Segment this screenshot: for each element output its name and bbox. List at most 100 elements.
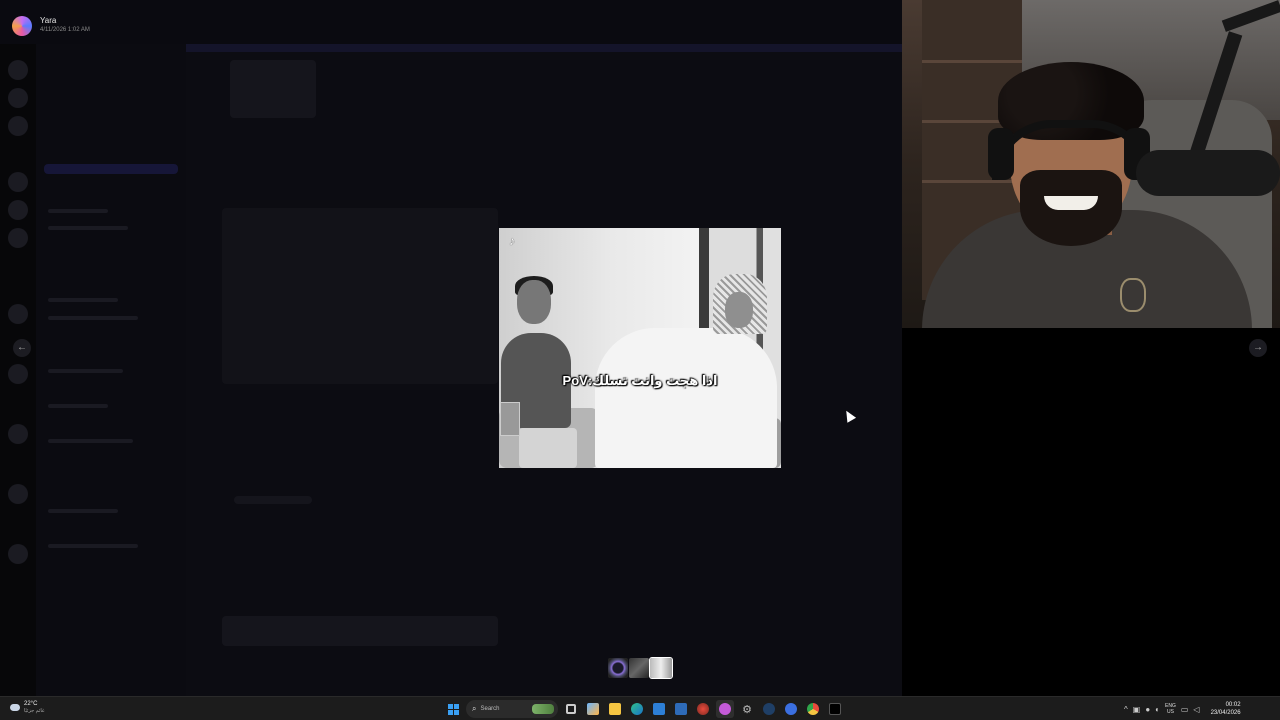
taskbar-apps: ⌕ Search ⚙ (444, 700, 844, 718)
channel-row (48, 439, 133, 443)
media-scene-inset (500, 402, 520, 436)
discord-icon (719, 703, 731, 715)
terminal-button[interactable] (826, 700, 844, 718)
media-thumbnail[interactable] (608, 658, 628, 678)
app-button[interactable] (672, 700, 690, 718)
upload-date: 4/11/2026 1:02 AM (40, 27, 90, 33)
language-indicator[interactable]: ENG US (1165, 703, 1176, 715)
next-media-button[interactable]: → (1249, 339, 1267, 357)
app-icon (785, 703, 797, 715)
video-caption: اذا هجت وانت تسلك:PoV (562, 373, 718, 388)
server-icon (8, 88, 28, 108)
message-attachment (230, 60, 316, 118)
media-thumbnail-strip (608, 657, 673, 679)
webcam-scene-emblem (1120, 278, 1146, 312)
chat-notice-bar (186, 44, 902, 52)
message-input (222, 616, 498, 646)
clock[interactable]: 00:02 23/04/2026 (1211, 701, 1241, 717)
channel-row (48, 316, 138, 320)
task-view-button[interactable] (562, 700, 580, 718)
uploader-info: Yara 4/11/2026 1:02 AM (12, 16, 90, 36)
edge-icon (631, 703, 643, 715)
volume-icon[interactable]: ◁ (1193, 705, 1199, 714)
gear-icon: ⚙ (742, 703, 752, 716)
taskbar-search-box[interactable]: ⌕ Search (466, 700, 558, 718)
chrome-icon (807, 703, 819, 715)
media-scene-person (595, 328, 777, 468)
channel-row (48, 226, 128, 230)
server-icon (8, 304, 28, 324)
arrow-right-icon: → (1253, 342, 1263, 353)
server-rail (0, 44, 36, 696)
media-preview[interactable]: ♪ اذا هجت وانت تسلك:PoV (499, 228, 781, 468)
app-button[interactable] (782, 700, 800, 718)
terminal-icon (829, 703, 841, 715)
discord-button[interactable] (716, 700, 734, 718)
uploader-name[interactable]: Yara (40, 16, 90, 26)
file-explorer-button[interactable] (606, 700, 624, 718)
app-icon (675, 703, 687, 715)
start-button[interactable] (444, 700, 462, 718)
channel-row (48, 404, 108, 408)
widgets-button[interactable] (584, 700, 602, 718)
tiktok-icon: ♪ (509, 234, 515, 248)
channel-row (48, 298, 118, 302)
server-icon (8, 484, 28, 504)
webcam-overlay (902, 0, 1280, 328)
channel-banner (44, 164, 178, 174)
server-icon (8, 364, 28, 384)
avatar[interactable] (12, 16, 32, 36)
server-icon (8, 116, 28, 136)
media-scene-table (519, 428, 577, 468)
channel-row (48, 544, 138, 548)
tray-app-icon[interactable]: ▣ (1133, 705, 1141, 714)
server-icon (8, 228, 28, 248)
folder-icon (609, 703, 621, 715)
media-thumbnail-selected[interactable] (649, 657, 673, 679)
media-scene-person (517, 280, 551, 324)
search-icon: ⌕ (472, 704, 477, 713)
server-icon (8, 60, 28, 80)
server-icon (8, 544, 28, 564)
media-thumbnail[interactable] (629, 658, 649, 678)
taskbar: 22°C غائم جزئيًا ⌕ Search ⚙ ^ ▣ ● ◐ ENG … (0, 696, 1280, 720)
steam-button[interactable] (760, 700, 778, 718)
store-icon (653, 703, 665, 715)
webcam-scene-person (1044, 196, 1098, 210)
message-button (234, 496, 312, 504)
chrome-button[interactable] (804, 700, 822, 718)
network-icon[interactable]: ▭ (1181, 705, 1189, 714)
widgets-icon (587, 703, 599, 715)
server-icon (8, 172, 28, 192)
webcam-scene-headphones (988, 128, 1014, 180)
windows-logo-icon (447, 703, 459, 715)
tray-app-icon[interactable]: ● (1145, 705, 1150, 714)
app-button[interactable] (694, 700, 712, 718)
clock-time: 00:02 (1225, 702, 1241, 708)
message-image (222, 208, 498, 384)
channel-row (48, 369, 123, 373)
weather-temperature: 22°C (24, 701, 38, 707)
keyboard-layout: US (1166, 709, 1174, 715)
chevron-up-icon[interactable]: ^ (1124, 705, 1128, 714)
weather-widget[interactable]: 22°C غائم جزئيًا (10, 700, 45, 715)
store-button[interactable] (650, 700, 668, 718)
system-tray: ^ ▣ ● ◐ ENG US ▭ ◁ 00:02 23/04/2026 (1124, 700, 1241, 718)
edge-button[interactable] (628, 700, 646, 718)
webcam-scene-shelf (922, 60, 1032, 63)
server-icon (8, 424, 28, 444)
task-view-icon (566, 704, 576, 714)
cloud-icon (10, 704, 20, 711)
app-icon (697, 703, 709, 715)
steam-icon (763, 703, 775, 715)
channel-list (36, 44, 186, 696)
weather-condition: غائم جزئيًا (24, 708, 45, 714)
channel-row (48, 209, 108, 213)
search-highlight-icon (532, 704, 554, 714)
previous-media-button[interactable]: ← (13, 339, 31, 357)
settings-button[interactable]: ⚙ (738, 700, 756, 718)
server-icon (8, 200, 28, 220)
media-scene-person (725, 292, 753, 328)
channel-row (48, 509, 118, 513)
tray-app-icon[interactable]: ◐ (1155, 705, 1160, 714)
